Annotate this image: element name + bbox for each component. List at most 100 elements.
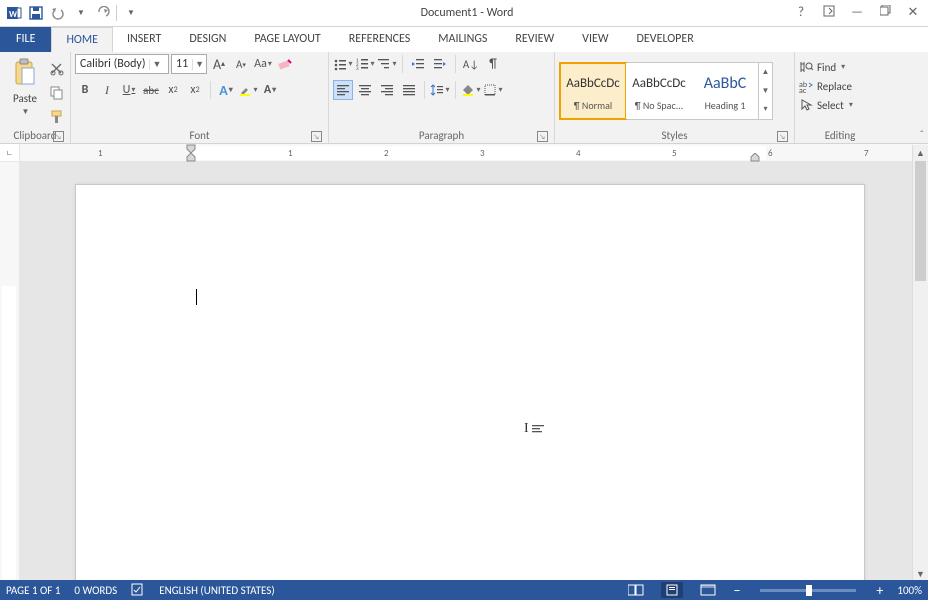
subscript-button[interactable]: x2 [163, 80, 183, 100]
indent-marker-left[interactable] [186, 144, 198, 162]
justify-icon[interactable] [399, 80, 419, 100]
find-button[interactable]: Find▾ [799, 58, 845, 76]
align-center-icon[interactable] [355, 80, 375, 100]
increase-indent-icon[interactable] [430, 54, 450, 74]
ribbon: Paste ▼ Clipboard↘ Calibri (Body)▼ 11▼ A… [0, 52, 928, 144]
status-words[interactable]: 0 WORDS [74, 584, 117, 597]
paragraph-launcher-icon[interactable]: ↘ [537, 131, 548, 142]
vertical-scrollbar[interactable]: ▲ ▼ [912, 145, 928, 582]
format-painter-icon[interactable] [46, 106, 66, 126]
strikethrough-button[interactable]: abc [141, 80, 161, 100]
save-icon[interactable] [25, 2, 47, 24]
zoom-level[interactable]: 100% [897, 584, 922, 597]
highlight-icon[interactable]: ▾ [238, 80, 258, 100]
clipboard-label: Clipboard↘ [4, 127, 66, 143]
horizontal-ruler-bar: ∟ 1 1 2 3 4 5 6 7 [0, 144, 928, 162]
tab-insert[interactable]: INSERT [113, 27, 175, 52]
status-page[interactable]: PAGE 1 OF 1 [6, 584, 60, 597]
tab-file[interactable]: FILE [0, 27, 51, 52]
tab-references[interactable]: REFERENCES [335, 27, 425, 52]
cut-icon[interactable] [46, 58, 66, 78]
borders-icon[interactable]: ▾ [483, 80, 503, 100]
text-effects-icon[interactable]: A▾ [216, 80, 236, 100]
quick-access-toolbar: W ▼ ▼ [0, 0, 142, 26]
redo-icon[interactable] [92, 2, 114, 24]
shrink-font-icon[interactable]: A▾ [231, 54, 251, 74]
bold-button[interactable]: B [75, 80, 95, 100]
title-bar: W ▼ ▼ Document1 - Word ? — ✕ [0, 0, 928, 27]
paste-dropdown-icon: ▼ [22, 107, 30, 117]
svg-text:3: 3 [356, 66, 359, 71]
horizontal-ruler[interactable]: 1 1 2 3 4 5 6 7 [20, 144, 928, 161]
scroll-thumb[interactable] [915, 161, 926, 281]
view-web-layout-icon[interactable] [697, 582, 719, 598]
line-spacing-icon[interactable]: ▾ [430, 80, 450, 100]
decrease-indent-icon[interactable] [408, 54, 428, 74]
grow-font-icon[interactable]: A▴ [209, 54, 229, 74]
clear-formatting-icon[interactable] [275, 54, 295, 74]
clipboard-launcher-icon[interactable]: ↘ [53, 131, 64, 142]
restore-icon[interactable] [876, 5, 894, 21]
group-editing: Find▾ abacReplace Select▾ Editing [795, 52, 885, 143]
zoom-slider-thumb[interactable] [806, 585, 812, 596]
status-bar: PAGE 1 OF 1 0 WORDS ENGLISH (UNITED STAT… [0, 580, 928, 600]
customize-qa-dropdown[interactable]: ▼ [120, 2, 142, 24]
page-viewport[interactable]: I [20, 162, 912, 582]
tab-design[interactable]: DESIGN [175, 27, 240, 52]
copy-icon[interactable] [46, 82, 66, 102]
tab-view[interactable]: VIEW [568, 27, 622, 52]
text-cursor [196, 289, 197, 305]
collapse-ribbon-icon[interactable]: ˆ [920, 128, 924, 141]
shading-icon[interactable]: ▾ [461, 80, 481, 100]
tab-developer[interactable]: DEVELOPER [623, 27, 708, 52]
close-icon[interactable]: ✕ [904, 5, 922, 21]
undo-dropdown[interactable]: ▼ [70, 2, 92, 24]
font-name-combo[interactable]: Calibri (Body)▼ [75, 54, 169, 74]
indent-marker-right[interactable] [750, 153, 762, 162]
tab-home[interactable]: HOME [51, 27, 113, 52]
styles-launcher-icon[interactable]: ↘ [777, 131, 788, 142]
help-icon[interactable]: ? [792, 5, 810, 21]
ribbon-display-icon[interactable] [820, 5, 838, 21]
font-color-icon[interactable]: A▾ [260, 80, 280, 100]
zoom-in-button[interactable]: + [876, 582, 883, 599]
style-no-spacing[interactable]: AaBbCcDc¶ No Spac... [626, 63, 692, 119]
tab-mailings[interactable]: MAILINGS [424, 27, 501, 52]
vertical-ruler[interactable] [0, 162, 20, 582]
style-heading-1[interactable]: AaBbCHeading 1 [692, 63, 758, 119]
select-button[interactable]: Select▾ [799, 96, 853, 114]
style-normal[interactable]: AaBbCcDc¶ Normal [560, 63, 626, 119]
styles-gallery[interactable]: AaBbCcDc¶ Normal AaBbCcDc¶ No Spac... Aa… [559, 62, 773, 120]
multilevel-list-icon[interactable]: ▾ [377, 54, 397, 74]
status-language[interactable]: ENGLISH (UNITED STATES) [159, 584, 274, 597]
font-launcher-icon[interactable]: ↘ [311, 131, 322, 142]
zoom-out-button[interactable]: − [733, 582, 740, 599]
numbering-icon[interactable]: 123▾ [355, 54, 375, 74]
align-left-icon[interactable] [333, 80, 353, 100]
view-read-mode-icon[interactable] [625, 582, 647, 598]
bullets-icon[interactable]: ▾ [333, 54, 353, 74]
zoom-slider[interactable] [760, 589, 856, 592]
styles-more[interactable]: ▲▼▾ [758, 63, 772, 119]
tab-selector[interactable]: ∟ [0, 144, 20, 161]
underline-button[interactable]: U▾ [119, 80, 139, 100]
page[interactable]: I [75, 184, 865, 582]
scroll-up-icon[interactable]: ▲ [913, 145, 928, 161]
word-app-icon[interactable]: W [3, 2, 25, 24]
tab-page-layout[interactable]: PAGE LAYOUT [240, 27, 334, 52]
status-proofing-icon[interactable] [131, 582, 145, 599]
tab-review[interactable]: REVIEW [501, 27, 568, 52]
show-hide-icon[interactable]: ¶ [483, 54, 503, 74]
superscript-button[interactable]: x2 [185, 80, 205, 100]
svg-text:ac: ac [799, 86, 807, 93]
italic-button[interactable]: I [97, 80, 117, 100]
sort-icon[interactable]: A↓ [461, 54, 481, 74]
undo-icon[interactable] [47, 2, 69, 24]
view-print-layout-icon[interactable] [661, 582, 683, 598]
replace-button[interactable]: abacReplace [799, 77, 852, 95]
change-case-icon[interactable]: Aa▾ [253, 54, 273, 74]
paste-button[interactable]: Paste ▼ [4, 54, 46, 120]
align-right-icon[interactable] [377, 80, 397, 100]
minimize-icon[interactable]: — [848, 5, 866, 21]
font-size-combo[interactable]: 11▼ [171, 54, 207, 74]
